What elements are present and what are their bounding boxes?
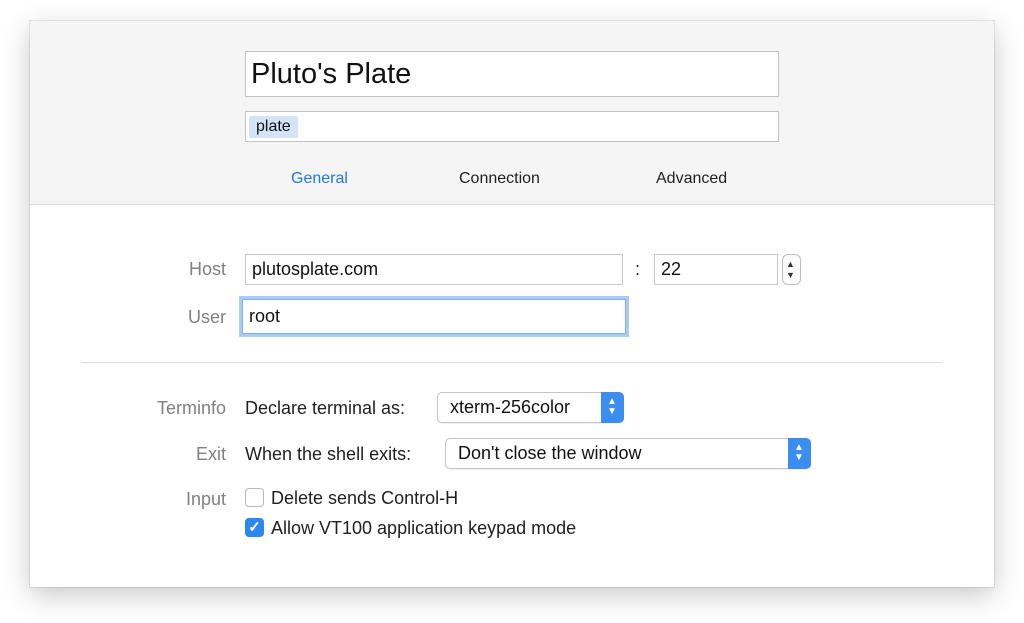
title-input[interactable]: Pluto's Plate — [245, 51, 779, 97]
up-down-chevron-icon[interactable]: ▲ ▼ — [788, 438, 811, 469]
delete-control-h-label[interactable]: Delete sends Control-H — [271, 488, 458, 509]
user-label: User — [187, 307, 226, 327]
tab-connection[interactable]: Connection — [459, 170, 540, 188]
section-divider — [81, 362, 942, 363]
port-input[interactable]: 22 — [654, 254, 778, 285]
port-separator: : — [635, 259, 641, 279]
declare-terminal-label: Declare terminal as: — [245, 398, 406, 418]
shell-exit-value: Don't close the window — [458, 443, 642, 463]
tag-token[interactable]: plate — [249, 116, 298, 138]
vt100-keypad-label[interactable]: Allow VT100 application keypad mode — [271, 518, 576, 539]
input-label: Input — [185, 489, 226, 509]
chevron-down-icon[interactable]: ▼ — [786, 271, 795, 280]
host-input[interactable]: plutosplate.com — [245, 254, 623, 285]
tags-field[interactable]: plate — [245, 111, 779, 142]
terminal-type-select[interactable]: xterm-256color ▲ ▼ — [437, 392, 624, 423]
preferences-window: Pluto's Plate plate General Connection A… — [30, 21, 994, 587]
tab-general[interactable]: General — [291, 170, 348, 188]
shell-exits-label: When the shell exits: — [245, 444, 412, 464]
port-stepper[interactable]: ▲ ▼ — [782, 254, 801, 285]
header-area: Pluto's Plate plate General Connection A… — [30, 21, 994, 205]
tab-advanced[interactable]: Advanced — [656, 170, 727, 188]
chevron-up-icon[interactable]: ▲ — [786, 260, 795, 269]
up-down-chevron-icon[interactable]: ▲ ▼ — [601, 392, 624, 423]
host-label: Host — [188, 259, 226, 279]
exit-label: Exit — [195, 444, 226, 464]
terminfo-label: Terminfo — [156, 398, 226, 418]
delete-control-h-checkbox[interactable] — [245, 488, 264, 507]
checkmark-icon: ✓ — [248, 519, 261, 536]
shell-exit-select[interactable]: Don't close the window ▲ ▼ — [445, 438, 811, 469]
vt100-keypad-checkbox[interactable]: ✓ — [245, 518, 264, 537]
user-input[interactable]: root — [242, 299, 626, 334]
terminal-type-value: xterm-256color — [450, 397, 571, 417]
